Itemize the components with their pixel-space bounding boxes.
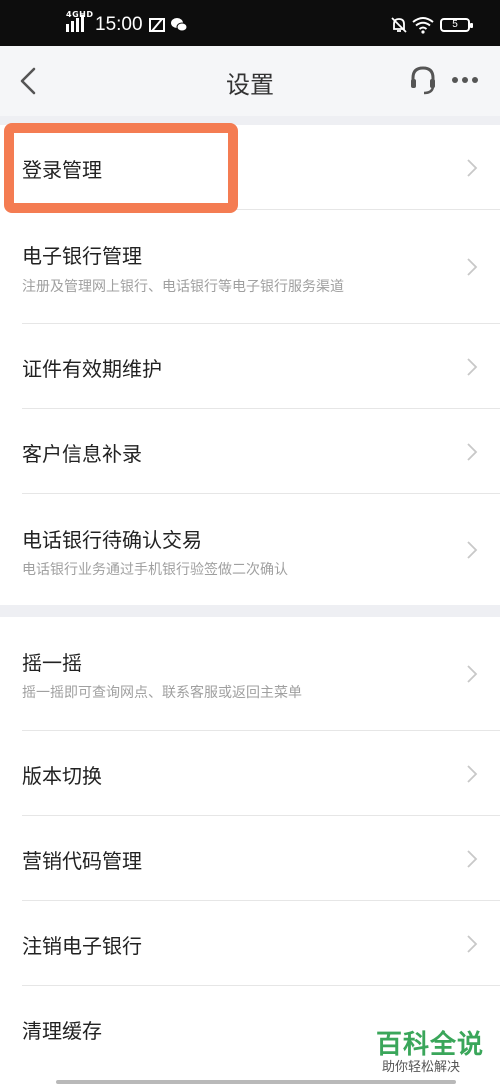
- chevron-right-icon: [467, 159, 478, 177]
- chevron-right-icon: [467, 443, 478, 461]
- chevron-right-icon: [467, 765, 478, 783]
- mute-bell-icon: [391, 17, 407, 33]
- row-label: 证件有效期维护: [22, 357, 162, 381]
- settings-group-general: 摇一摇 摇一摇即可查询网点、联系客服或返回主菜单 版本切换 营销代码管理 注销电…: [0, 617, 500, 1084]
- row-label: 版本切换: [22, 764, 102, 788]
- nav-bar: 设置: [0, 46, 500, 116]
- row-description: 摇一摇即可查询网点、联系客服或返回主菜单: [22, 685, 302, 701]
- row-label: 客户信息补录: [22, 442, 142, 466]
- row-phone-bank-pending[interactable]: 电话银行待确认交易 电话银行业务通过手机银行验签做二次确认: [0, 494, 500, 605]
- wifi-icon: [412, 17, 434, 34]
- row-label: 清理缓存: [22, 1019, 102, 1043]
- row-id-validity[interactable]: 证件有效期维护: [0, 324, 500, 409]
- row-label: 电话银行待确认交易: [22, 528, 202, 552]
- chevron-right-icon: [467, 258, 478, 276]
- status-time: 15:00: [95, 14, 143, 35]
- row-label: 登录管理: [22, 158, 102, 182]
- row-label: 摇一摇: [22, 651, 82, 675]
- row-cancel-ebank[interactable]: 注销电子银行: [0, 901, 500, 986]
- row-description: 注册及管理网上银行、电话银行等电子银行服务渠道: [22, 279, 344, 295]
- row-login-management[interactable]: 登录管理: [0, 125, 500, 210]
- row-label: 注销电子银行: [22, 934, 142, 958]
- chevron-right-icon: [467, 541, 478, 559]
- status-bar: 4GHD 15:00 5: [0, 0, 500, 46]
- row-shake[interactable]: 摇一摇 摇一摇即可查询网点、联系客服或返回主菜单: [0, 617, 500, 731]
- headset-icon[interactable]: [408, 64, 438, 96]
- row-description: 电话银行业务通过手机银行验签做二次确认: [22, 562, 288, 578]
- row-label: 电子银行管理: [22, 244, 142, 268]
- watermark-slogan: 助你轻松解决: [382, 1060, 461, 1075]
- more-icon[interactable]: [450, 68, 480, 92]
- row-version-switch[interactable]: 版本切换: [0, 731, 500, 816]
- watermark-logo: 百科全说 助你轻松解决: [376, 1024, 488, 1076]
- screenshot-icon: [149, 18, 165, 32]
- settings-group-account: 登录管理 电子银行管理 注册及管理网上银行、电话银行等电子银行服务渠道 证件有效…: [0, 125, 500, 605]
- chevron-right-icon: [467, 665, 478, 683]
- home-indicator: [56, 1080, 456, 1084]
- chevron-right-icon: [467, 935, 478, 953]
- chevron-right-icon: [467, 358, 478, 376]
- row-label: 营销代码管理: [22, 849, 142, 873]
- row-marketing-code[interactable]: 营销代码管理: [0, 816, 500, 901]
- wechat-icon: [171, 18, 188, 32]
- signal-icon: [66, 15, 84, 32]
- chevron-right-icon: [467, 850, 478, 868]
- battery-indicator: 5: [440, 18, 473, 32]
- row-customer-info[interactable]: 客户信息补录: [0, 409, 500, 494]
- row-ebank-management[interactable]: 电子银行管理 注册及管理网上银行、电话银行等电子银行服务渠道: [0, 210, 500, 324]
